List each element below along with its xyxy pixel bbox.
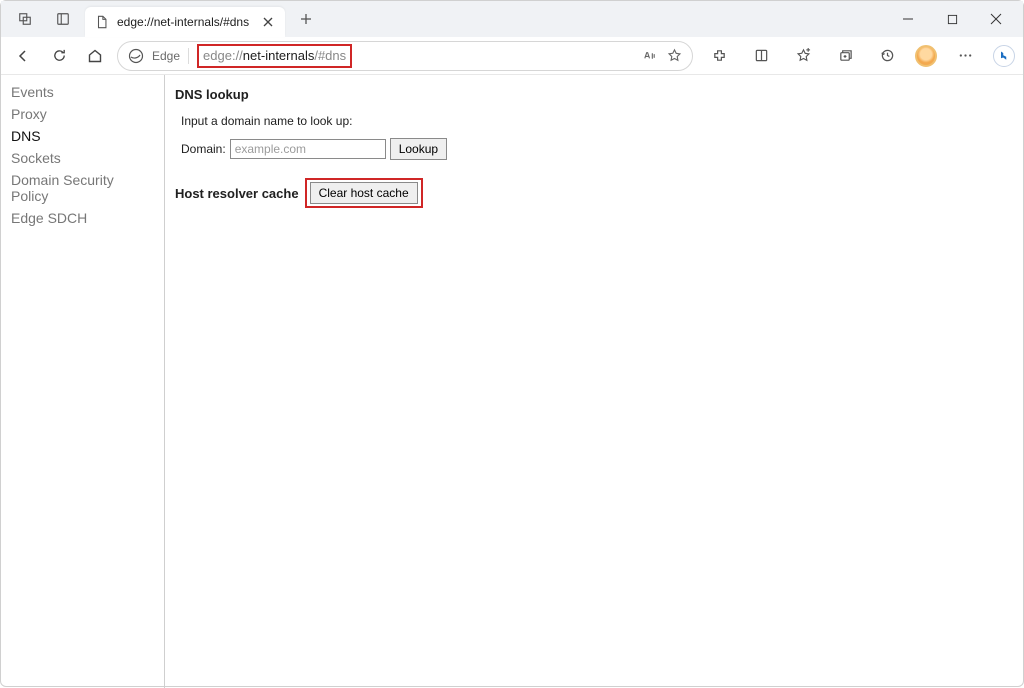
- lookup-button[interactable]: Lookup: [390, 138, 447, 160]
- sidebar-item-edge-sdch[interactable]: Edge SDCH: [1, 207, 164, 229]
- domain-input[interactable]: [230, 139, 386, 159]
- read-aloud-icon[interactable]: [642, 48, 657, 63]
- favorites-icon[interactable]: [789, 42, 817, 70]
- tab-title: edge://net-internals/#dns: [117, 15, 253, 29]
- close-tab-icon[interactable]: [261, 15, 275, 29]
- window-titlebar: edge://net-internals/#dns: [1, 1, 1023, 37]
- url-text-highlighted: edge:// net-internals /#dns: [197, 44, 352, 68]
- sidebar-item-dns[interactable]: DNS: [1, 125, 164, 147]
- address-prefix-label: Edge: [152, 49, 180, 63]
- favorite-star-icon[interactable]: [667, 48, 682, 63]
- url-scheme: edge://: [203, 48, 243, 63]
- sidebar-item-proxy[interactable]: Proxy: [1, 103, 164, 125]
- tab-actions-icon[interactable]: [11, 5, 39, 33]
- edge-logo-icon: [128, 48, 144, 64]
- url-host: net-internals: [243, 48, 315, 63]
- browser-tab[interactable]: edge://net-internals/#dns: [85, 7, 285, 37]
- close-window-button[interactable]: [983, 6, 1009, 32]
- clear-cache-highlight: Clear host cache: [305, 178, 423, 208]
- main-panel: DNS lookup Input a domain name to look u…: [165, 75, 1023, 688]
- cache-label: Host resolver cache: [175, 186, 299, 201]
- minimize-button[interactable]: [895, 6, 921, 32]
- history-icon[interactable]: [873, 42, 901, 70]
- reading-list-icon[interactable]: [747, 42, 775, 70]
- sidebar-item-domain-security[interactable]: Domain Security Policy: [1, 169, 164, 207]
- url-path: /#dns: [314, 48, 346, 63]
- profile-avatar[interactable]: [915, 45, 937, 67]
- clear-host-cache-button[interactable]: Clear host cache: [310, 182, 418, 204]
- back-button[interactable]: [9, 42, 37, 70]
- sidebar-item-events[interactable]: Events: [1, 81, 164, 103]
- more-menu-icon[interactable]: [951, 42, 979, 70]
- page-icon: [95, 15, 109, 29]
- domain-label: Domain:: [181, 142, 226, 156]
- sidebar-item-sockets[interactable]: Sockets: [1, 147, 164, 169]
- extensions-icon[interactable]: [705, 42, 733, 70]
- new-tab-button[interactable]: [293, 13, 319, 25]
- home-button[interactable]: [81, 42, 109, 70]
- section-heading: DNS lookup: [175, 87, 1013, 102]
- collections-icon[interactable]: [831, 42, 859, 70]
- page-content: Events Proxy DNS Sockets Domain Security…: [1, 75, 1023, 688]
- sidebar: Events Proxy DNS Sockets Domain Security…: [1, 75, 165, 688]
- address-bar[interactable]: Edge edge:// net-internals /#dns: [117, 41, 693, 71]
- vertical-tabs-icon[interactable]: [49, 5, 77, 33]
- refresh-button[interactable]: [45, 42, 73, 70]
- browser-toolbar: Edge edge:// net-internals /#dns: [1, 37, 1023, 75]
- separator: [188, 48, 189, 64]
- maximize-button[interactable]: [939, 6, 965, 32]
- lookup-prompt: Input a domain name to look up:: [181, 114, 1013, 128]
- bing-chat-icon[interactable]: [993, 45, 1015, 67]
